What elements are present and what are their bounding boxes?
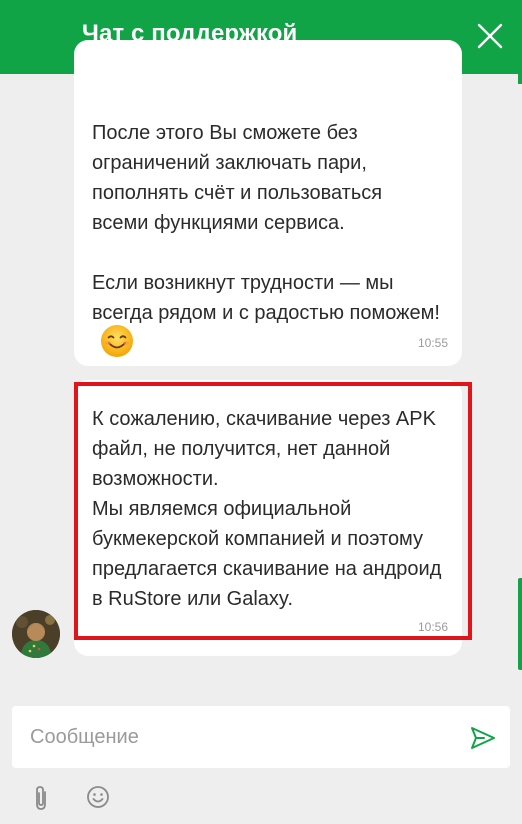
smiley-icon[interactable]: [86, 785, 110, 809]
message-text: К сожалению, скачивание через APK файл, …: [92, 404, 448, 614]
message-paragraph: После этого Вы сможете без ограничений з…: [92, 122, 383, 234]
message-time: 10:55: [417, 336, 448, 350]
message-bubble: После этого Вы сможете без ограничений з…: [74, 40, 462, 366]
message-input[interactable]: [12, 706, 452, 768]
message-bubble: К сожалению, скачивание через APK файл, …: [74, 380, 462, 656]
paperclip-icon[interactable]: [30, 784, 52, 812]
scroll-accent-top: [518, 74, 522, 84]
message-paragraph: Если возникнут трудности — мы всегда ряд…: [92, 268, 442, 362]
close-icon[interactable]: [476, 22, 504, 50]
message-paragraph: Мы являемся официальной букмекерской ком…: [92, 498, 442, 610]
message-paragraph: К сожалению, скачивание через APK файл, …: [92, 408, 436, 490]
send-icon[interactable]: [470, 726, 496, 750]
message-time: 10:56: [417, 620, 448, 634]
avatar: [12, 610, 60, 658]
message-composer: [12, 706, 510, 768]
smiling-face-emoji: [100, 324, 134, 358]
scroll-accent-bottom: [518, 578, 522, 670]
message-text: После этого Вы сможете без ограничений з…: [92, 118, 442, 362]
